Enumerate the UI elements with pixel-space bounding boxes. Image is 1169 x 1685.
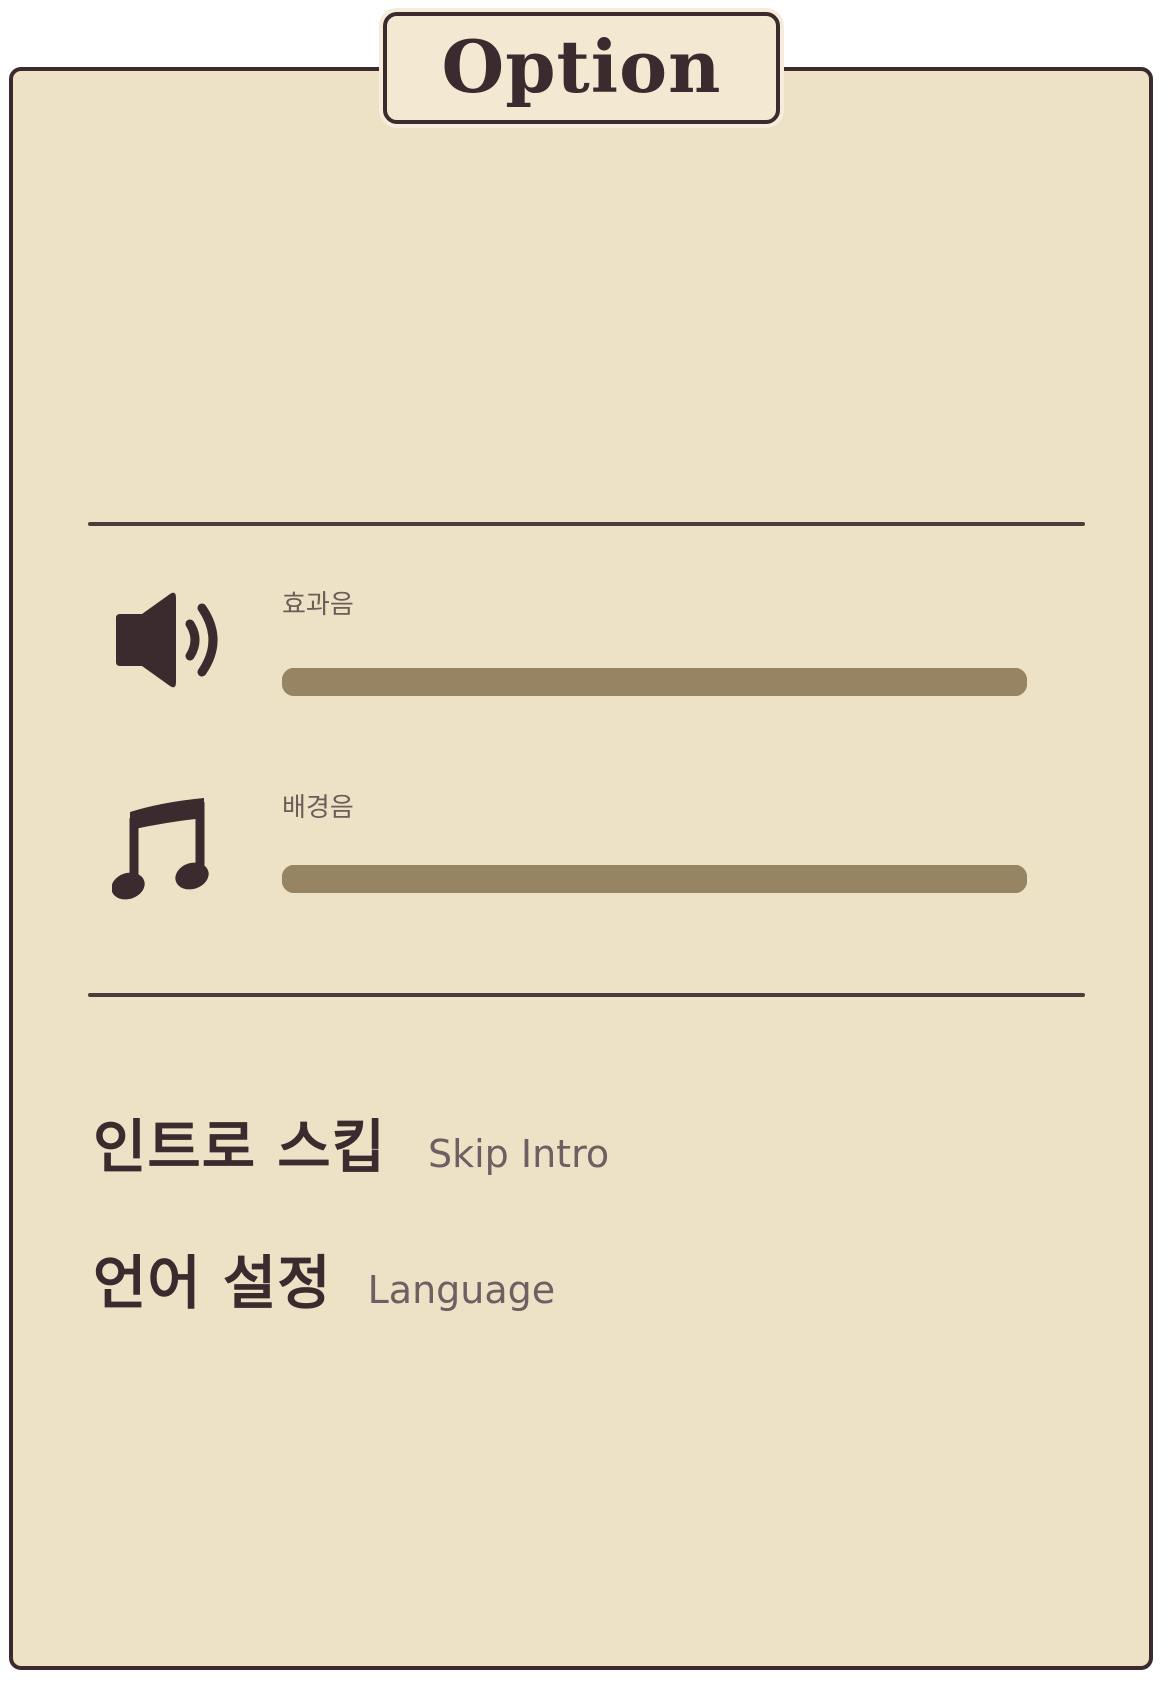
sfx-volume-fill — [282, 668, 1027, 696]
skip-intro-sublabel: Skip Intro — [428, 1132, 610, 1176]
divider-bottom — [88, 993, 1085, 997]
language-option[interactable]: 언어 설정 Language — [93, 1236, 555, 1320]
bgm-volume-slider[interactable] — [282, 865, 1027, 893]
skip-intro-option[interactable]: 인트로 스킵 Skip Intro — [93, 1100, 609, 1184]
title-tab: Option — [383, 12, 780, 124]
language-sublabel: Language — [367, 1268, 556, 1312]
skip-intro-label: 인트로 스킵 — [93, 1113, 386, 1181]
divider-top — [88, 522, 1085, 526]
sfx-volume-slider[interactable] — [282, 668, 1027, 696]
language-label: 언어 설정 — [93, 1249, 332, 1317]
page-title: Option — [441, 23, 722, 109]
music-note-icon — [111, 796, 212, 904]
sfx-label: 효과음 — [282, 590, 354, 620]
bgm-label: 배경음 — [282, 793, 354, 823]
speaker-icon — [112, 590, 232, 690]
bgm-volume-fill — [282, 865, 1027, 893]
